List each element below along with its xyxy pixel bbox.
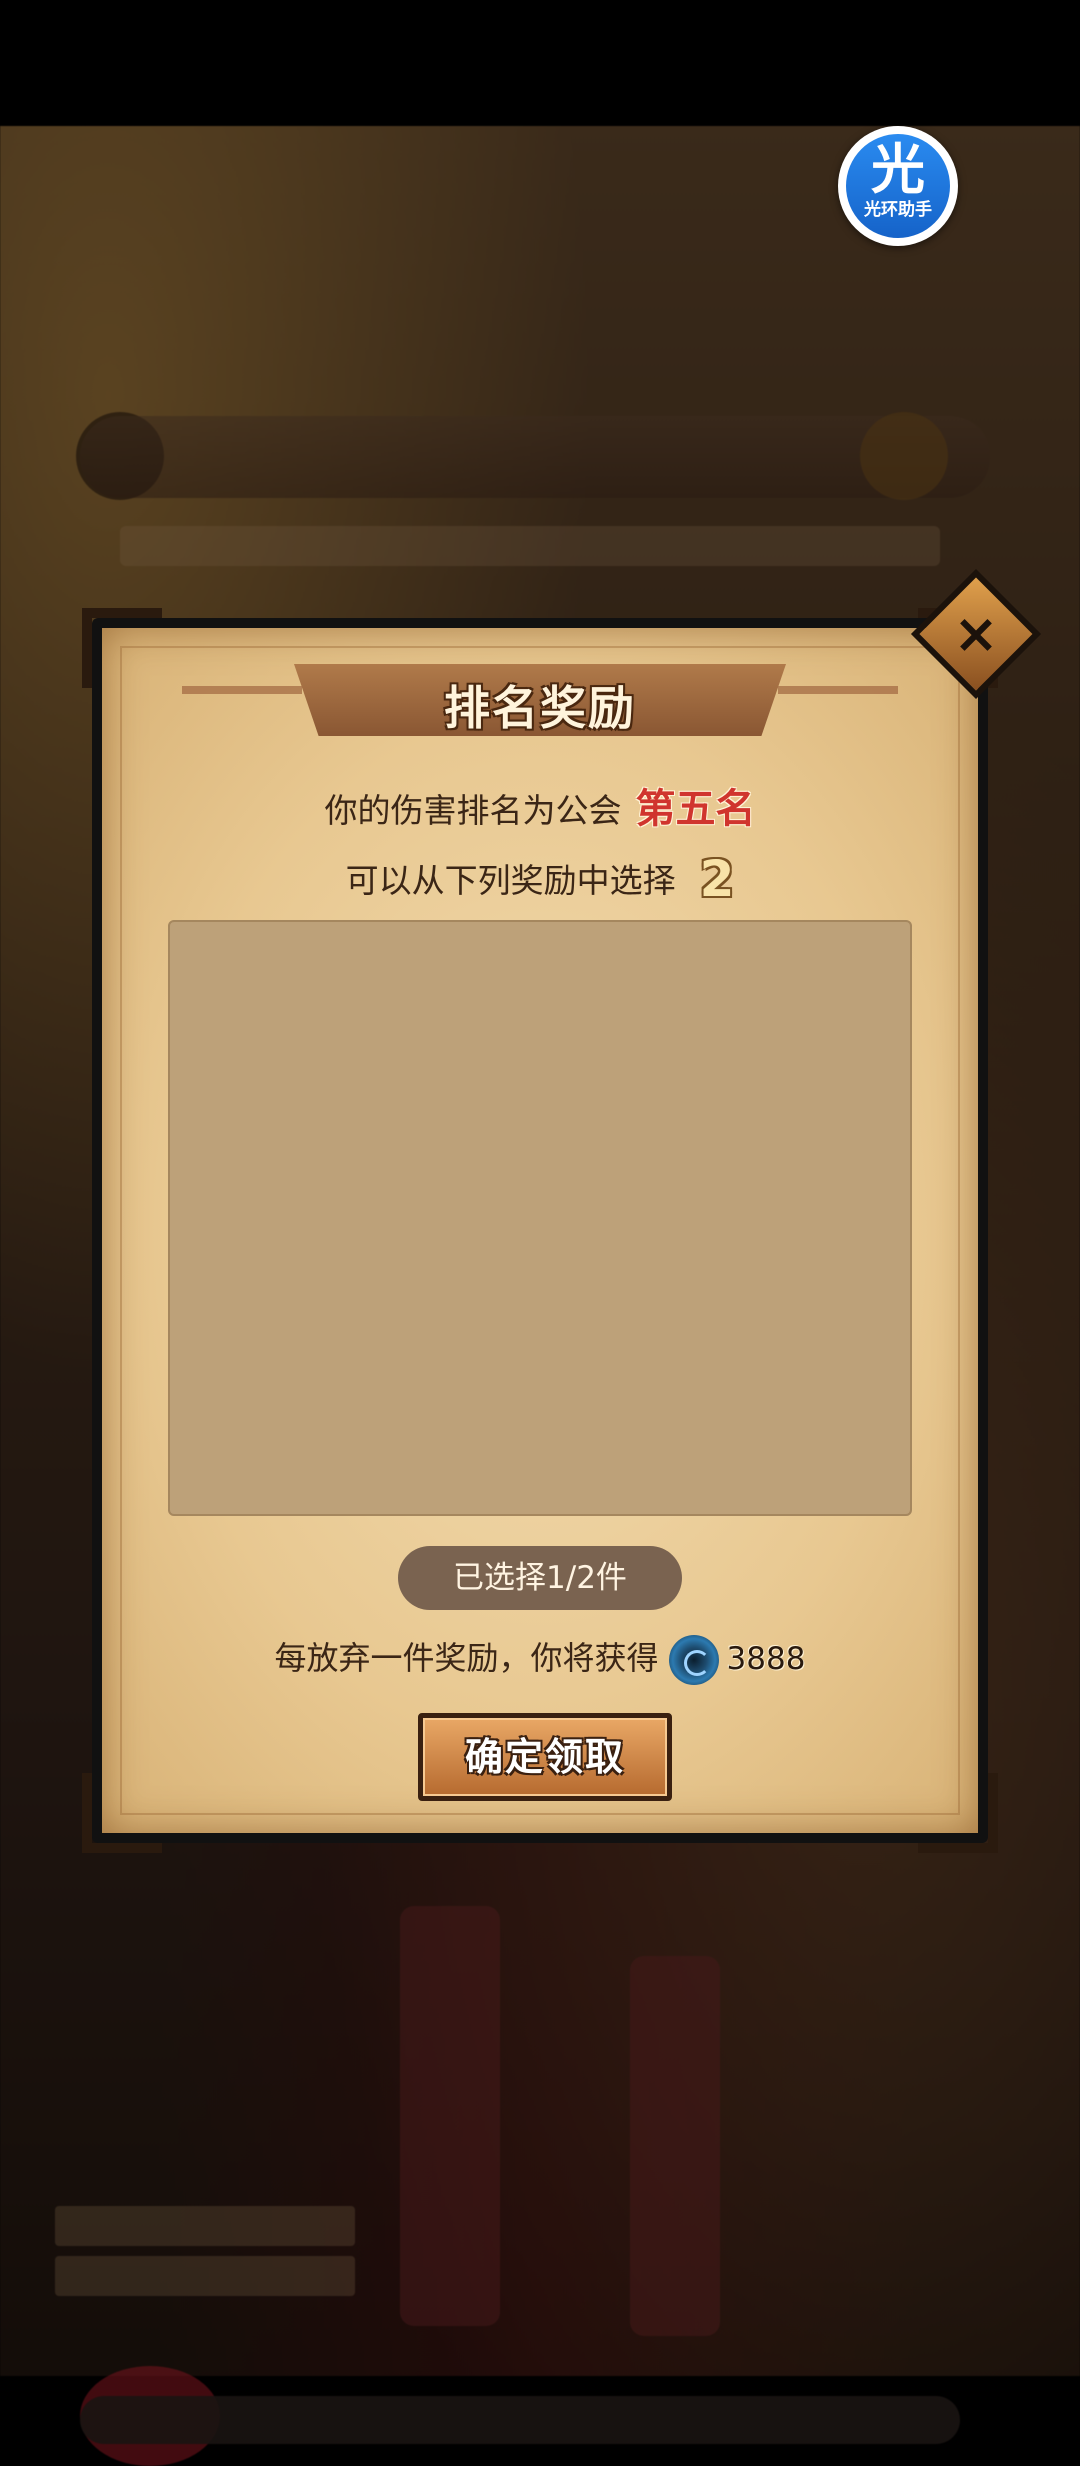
selected-status-badge: 已选择1/2件 <box>398 1546 682 1610</box>
background-hint-text <box>120 526 940 566</box>
reward-list-area[interactable] <box>168 920 912 1516</box>
background-progress-bar <box>80 2396 960 2444</box>
background-status-text <box>55 2206 355 2246</box>
close-icon[interactable]: × <box>930 588 1022 680</box>
helper-glyph: 光 <box>871 138 925 201</box>
background-header-bar <box>80 416 990 498</box>
corner-ornament <box>918 1773 998 1853</box>
choose-prefix: 可以从下列奖励中选择 <box>345 861 676 900</box>
helper-app-badge[interactable]: 光 光环助手 <box>838 126 958 246</box>
dialog-title: 排名奖励 <box>444 681 636 735</box>
rank-value: 第五名 <box>635 786 756 832</box>
spiral-coin-icon <box>668 1635 719 1685</box>
corner-ornament <box>82 1773 162 1853</box>
dialog-paper: 排名奖励 你的伤害排名为公会 第五名 可以从下列奖励中选择 2 已选择1/2件 每放… <box>82 608 998 1853</box>
abandon-reward-amount: 3888 <box>726 1641 806 1677</box>
rank-prefix: 你的伤害排名为公会 <box>324 791 622 830</box>
background-pillar <box>400 1906 500 2326</box>
choose-count: 2 <box>699 850 735 908</box>
rank-line: 你的伤害排名为公会 第五名 <box>102 776 978 834</box>
choose-line: 可以从下列奖励中选择 2 <box>102 850 978 908</box>
helper-label: 光环助手 <box>864 200 932 220</box>
settings-icon <box>860 412 948 500</box>
abandon-reward-line: 每放弃一件奖励，你将获得 3888 <box>102 1628 978 1689</box>
rank-reward-dialog: 排名奖励 你的伤害排名为公会 第五名 可以从下列奖励中选择 2 已选择1/2件 每放… <box>82 608 998 1853</box>
abandon-text: 每放弃一件奖励，你将获得 <box>274 1639 659 1677</box>
confirm-claim-button[interactable]: 确定领取 <box>418 1713 672 1801</box>
background-pillar <box>630 1956 720 2336</box>
background-status-text <box>55 2256 355 2296</box>
helper-logo-icon: 光 光环助手 <box>846 134 950 238</box>
